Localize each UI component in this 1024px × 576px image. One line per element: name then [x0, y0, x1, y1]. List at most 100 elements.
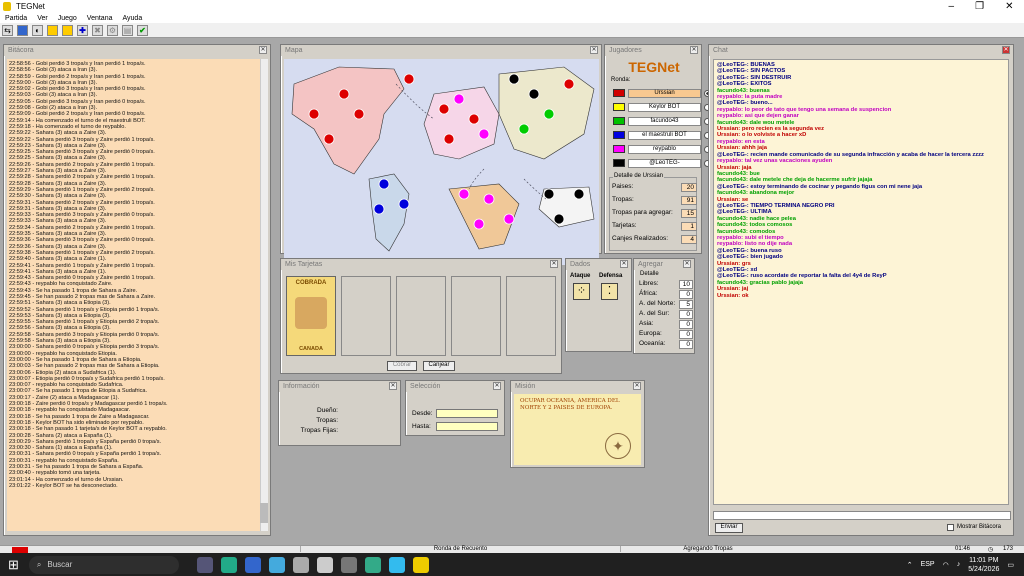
army-marker[interactable] — [453, 93, 465, 105]
army-marker[interactable] — [353, 108, 365, 120]
app-icon-5[interactable] — [340, 556, 357, 573]
close-icon[interactable]: ✕ — [1002, 46, 1010, 54]
close-icon[interactable]: ✕ — [389, 382, 397, 390]
chat-text: SIN DESTRUIR — [748, 74, 792, 81]
menu-juego[interactable]: Juego — [58, 15, 77, 22]
world-map[interactable] — [284, 59, 599, 265]
close-icon[interactable]: ✕ — [550, 260, 558, 268]
chat-input[interactable] — [713, 511, 1011, 520]
maximize-icon[interactable]: ❐ — [975, 1, 984, 12]
tray-up-icon[interactable]: ⌃ — [907, 561, 913, 569]
army-marker[interactable] — [438, 103, 450, 115]
add-troops-icon[interactable]: ✚ — [77, 24, 88, 36]
army-marker[interactable] — [553, 213, 565, 225]
army-marker[interactable] — [308, 108, 320, 120]
mostrar-bitacora-checkbox[interactable] — [947, 524, 954, 531]
dice-icon[interactable] — [62, 24, 73, 36]
army-marker[interactable] — [543, 108, 555, 120]
canjear-button[interactable]: Canjear — [423, 361, 455, 371]
army-marker[interactable] — [443, 133, 455, 145]
army-marker[interactable] — [403, 73, 415, 85]
disconnect-icon[interactable]: ◐ — [32, 24, 43, 36]
minimize-icon[interactable]: – — [949, 1, 955, 12]
close-icon[interactable]: ✕ — [493, 382, 501, 390]
app-icon-1[interactable] — [244, 556, 261, 573]
army-marker[interactable] — [508, 73, 520, 85]
army-marker[interactable] — [478, 128, 490, 140]
windows-start-icon[interactable]: ⊞ — [8, 557, 19, 573]
app-icon-6[interactable] — [388, 556, 405, 573]
scrollbar[interactable] — [260, 59, 268, 531]
app-icon-2[interactable] — [268, 556, 285, 573]
scrollbar-thumb[interactable] — [260, 503, 268, 523]
chat-user: facundo43: — [717, 215, 748, 222]
close-icon[interactable]: ✕ — [590, 46, 598, 54]
close-icon[interactable]: ✕ — [683, 260, 691, 268]
notification-icon[interactable]: ▭ — [1007, 561, 1014, 569]
army-marker[interactable] — [323, 133, 335, 145]
detail-row: Canjes Realizados: 4 — [612, 235, 697, 244]
card-icon[interactable]: ▤ — [122, 24, 133, 36]
counter: 173 — [1003, 546, 1014, 552]
close-icon[interactable]: ✕ — [620, 260, 628, 268]
taskview-icon[interactable] — [196, 556, 213, 573]
cards-icon[interactable] — [47, 24, 58, 36]
north-america[interactable] — [291, 66, 405, 175]
player-row[interactable]: el maestruli BOT — [613, 130, 711, 140]
player-row[interactable]: @LeoTEG- — [613, 158, 711, 168]
app-title: TEGNet — [16, 2, 45, 11]
menu-ayuda[interactable]: Ayuda — [122, 15, 142, 22]
app-icon-4[interactable] — [316, 556, 333, 573]
connect-icon[interactable]: ⇆ — [2, 24, 13, 36]
army-marker[interactable] — [458, 188, 470, 200]
enviar-button[interactable]: Enviar — [715, 523, 743, 533]
army-marker[interactable] — [398, 198, 410, 210]
hasta-label: Hasta: — [412, 423, 431, 430]
cobrar-button[interactable]: Cobrar — [387, 361, 417, 371]
menu-ver[interactable]: Ver — [37, 15, 48, 22]
attack-icon[interactable]: ✖ — [92, 24, 103, 36]
clock-date[interactable]: 5/24/2026 — [968, 565, 999, 574]
detail-label: Tarjetas: — [612, 222, 637, 229]
app-icon-3[interactable] — [292, 556, 309, 573]
army-marker[interactable] — [468, 113, 480, 125]
hasta-field[interactable] — [436, 422, 498, 431]
wifi-icon[interactable]: ◠ — [943, 561, 949, 569]
army-marker[interactable] — [563, 78, 575, 90]
army-marker[interactable] — [518, 123, 530, 135]
player-row[interactable]: facundo43 — [613, 116, 711, 126]
menu-partida[interactable]: Partida — [5, 15, 27, 22]
menu-ventana[interactable]: Ventana — [87, 15, 113, 22]
taskbar-search[interactable]: ⌕ Buscar — [28, 555, 179, 574]
regroup-icon[interactable]: ⚙ — [107, 24, 118, 36]
army-marker[interactable] — [503, 213, 515, 225]
whatsapp-icon[interactable] — [220, 556, 237, 573]
agregar-label: A. del Norte: — [639, 300, 676, 307]
close-icon[interactable]: ✕ — [259, 46, 267, 54]
player-name: Urssian — [628, 88, 701, 98]
army-marker[interactable] — [528, 88, 540, 100]
army-marker[interactable] — [473, 218, 485, 230]
world-map-svg[interactable] — [284, 59, 599, 255]
player-row[interactable]: Urssian — [613, 88, 711, 98]
close-icon[interactable]: ✕ — [1005, 1, 1013, 12]
player-row[interactable]: reypablo — [613, 144, 711, 154]
close-icon[interactable]: ✕ — [690, 46, 698, 54]
card-canada[interactable]: COBRADA CANADA — [286, 276, 336, 356]
close-icon[interactable]: ✕ — [633, 382, 641, 390]
volume-icon[interactable]: ♪ — [957, 561, 961, 568]
army-marker[interactable] — [373, 203, 385, 215]
army-marker[interactable] — [378, 178, 390, 190]
army-marker[interactable] — [573, 188, 585, 200]
desde-field[interactable] — [436, 409, 498, 418]
army-marker[interactable] — [338, 88, 350, 100]
lang-indicator[interactable]: ESP — [921, 561, 935, 568]
edge-icon[interactable] — [364, 556, 381, 573]
army-marker[interactable] — [543, 188, 555, 200]
end-turn-icon[interactable]: ✔ — [137, 24, 148, 36]
globe-icon[interactable] — [17, 24, 28, 36]
clock-time[interactable]: 11:01 PM — [968, 556, 999, 565]
player-row[interactable]: Keylor BOT — [613, 102, 711, 112]
army-marker[interactable] — [483, 193, 495, 205]
tegnet-taskbar-icon[interactable] — [412, 556, 429, 573]
